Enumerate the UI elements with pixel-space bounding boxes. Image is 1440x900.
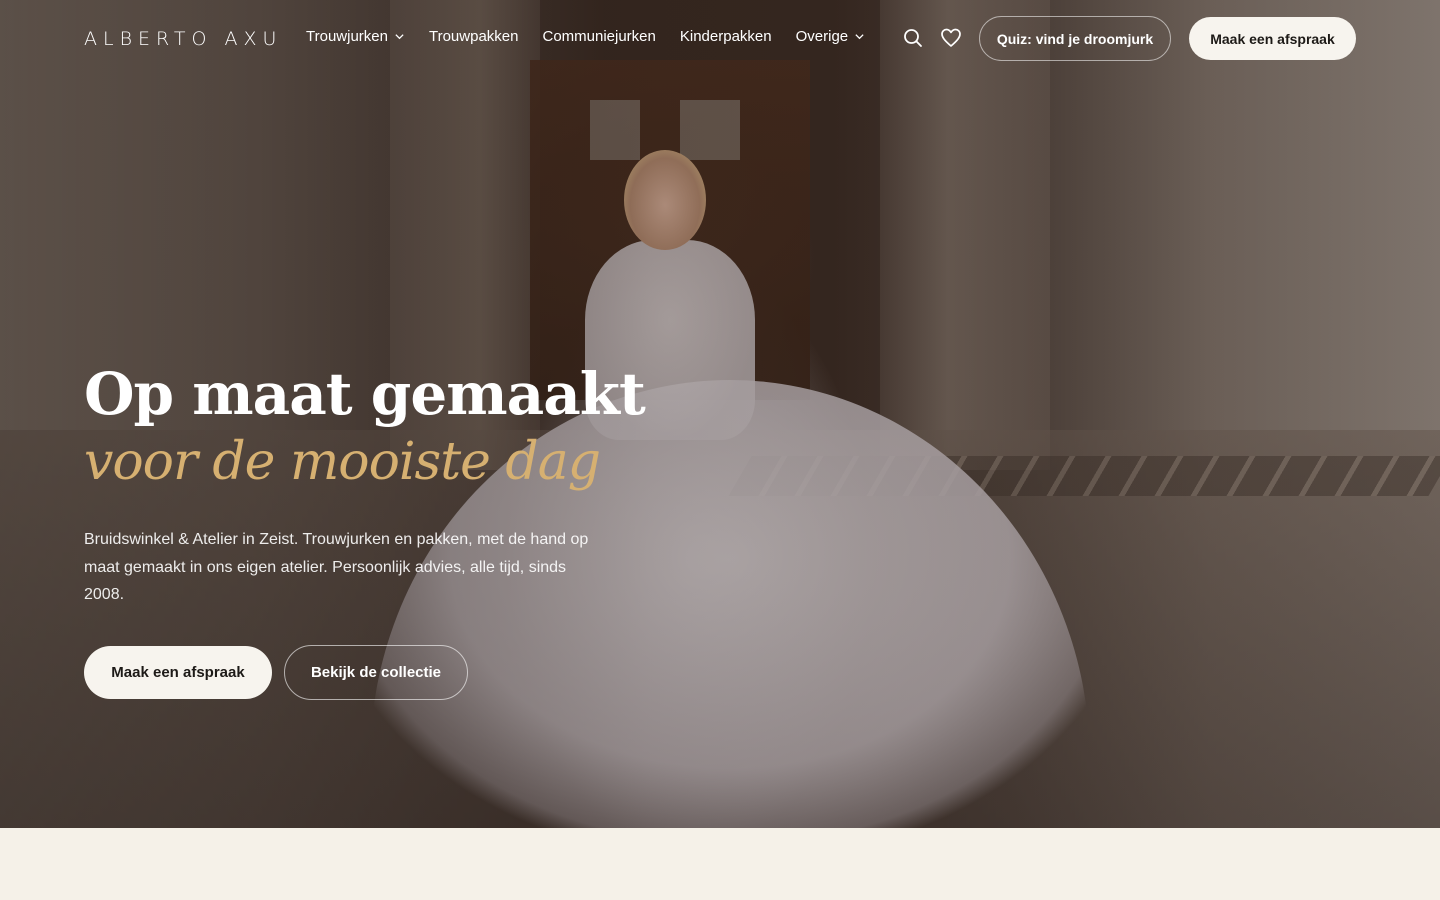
chevron-down-icon	[395, 34, 404, 40]
view-collection-button[interactable]: Bekijk de collectie	[284, 645, 468, 700]
nav-item-trouwpakken[interactable]: Trouwpakken	[429, 28, 519, 45]
make-appointment-header-button[interactable]: Maak een afspraak	[1189, 17, 1356, 60]
quiz-button[interactable]: Quiz: vind je droomjurk	[979, 16, 1171, 61]
hero-intro-text: Bruidswinkel & Atelier in Zeist. Trouwju…	[84, 531, 589, 603]
nav-item-kinderpakken[interactable]: Kinderpakken	[680, 28, 772, 45]
nav-item-communiejurken[interactable]: Communiejurken	[542, 28, 655, 45]
nav-item-trouwjurken[interactable]: Trouwjurken	[306, 28, 405, 45]
nav-item-label: Kinderpakken	[679, 28, 772, 45]
brand-logo[interactable]: ALBERTO AXU	[84, 28, 282, 50]
site-header: ALBERTO AXU Trouwjurken Trouwpakken Comm…	[0, 0, 1440, 78]
heart-icon[interactable]	[940, 27, 962, 49]
search-icon[interactable]	[902, 27, 924, 49]
nav-item-label: Overige	[795, 28, 849, 45]
main-nav: Trouwjurken Trouwpakken Communiejurken K…	[306, 28, 865, 45]
chevron-down-icon	[855, 34, 864, 40]
hero-script-line: voor de mooiste dag	[84, 432, 601, 492]
nav-item-label: Trouwpakken	[428, 28, 519, 45]
next-section	[0, 828, 1440, 900]
make-appointment-hero-button[interactable]: Maak een afspraak	[84, 646, 272, 699]
nav-item-overige[interactable]: Overige	[796, 28, 866, 45]
hero-headline: Op maat gemaakt	[84, 360, 646, 428]
hero-section: Op maat gemaakt voor de mooiste dag Brui…	[0, 0, 1440, 828]
nav-item-label: Trouwjurken	[306, 28, 388, 45]
nav-item-label: Communiejurken	[542, 28, 656, 45]
